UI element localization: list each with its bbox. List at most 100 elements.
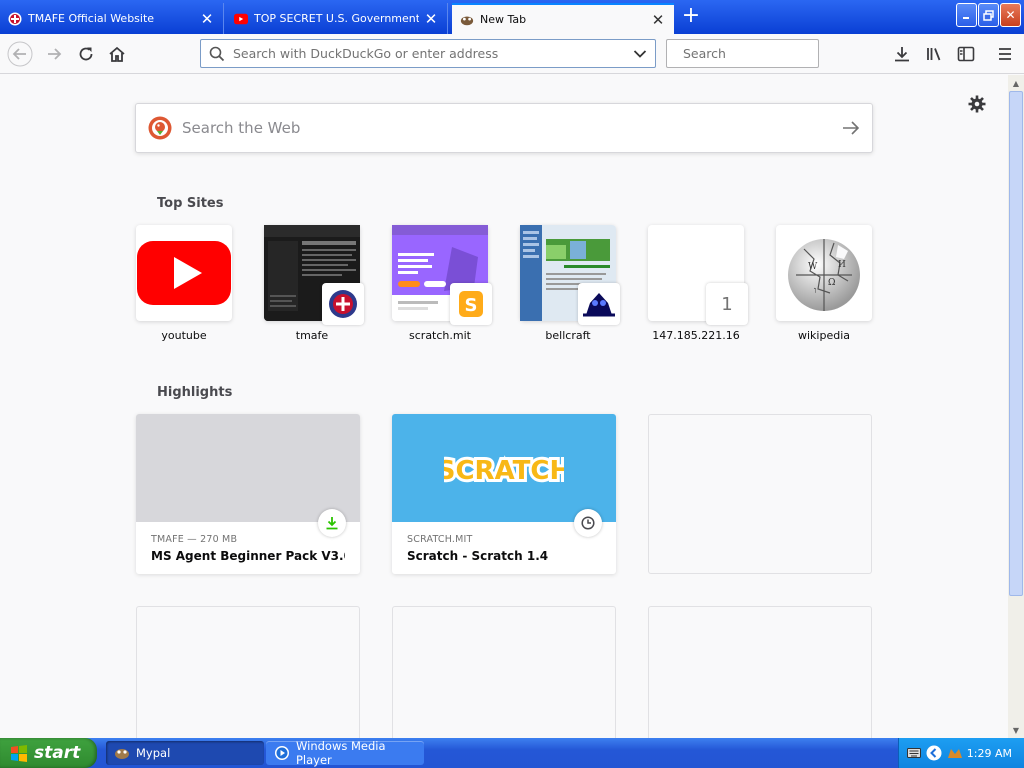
youtube-icon [234,12,248,26]
highlight-placeholder [136,606,360,738]
vertical-scrollbar[interactable]: ▲ ▼ [1008,75,1024,738]
tmafe-favicon [322,283,364,325]
top-site-tile[interactable]: 1 [648,225,748,325]
top-site-letter: 1 [706,283,748,325]
web-search-input[interactable] [182,119,842,137]
hamburger-menu-icon [999,48,1011,60]
scratch-logo-text: SCRATCH [444,456,564,486]
top-site-tile[interactable] [264,225,364,325]
downloads-button[interactable] [888,40,916,68]
window-close-button[interactable]: ✕ [1000,3,1021,27]
close-icon[interactable]: ✕ [423,10,439,28]
top-site-wikipedia[interactable]: WΩИ ו wikipedia [776,225,872,342]
top-site-label: tmafe [295,329,329,342]
top-site-ip[interactable]: 1 147.185.221.16 [648,225,748,342]
forward-button[interactable] [40,40,68,68]
tab-strip: TMAFE Official Website ✕ TOP SECRET U.S.… [0,0,1024,34]
reload-button[interactable] [72,40,100,68]
top-site-tmafe[interactable]: tmafe [264,225,364,342]
highlight-placeholder [648,606,872,738]
highlight-card[interactable]: SCRATCH SCRATCH.MIT Scratch - Scratch 1.… [392,414,616,574]
download-icon [326,517,338,530]
mypal-tray-icon[interactable] [947,746,963,760]
highlight-placeholder [648,414,872,574]
scrollbar-thumb[interactable] [1009,91,1023,596]
customize-button[interactable] [966,93,988,115]
new-tab-button[interactable]: + [680,5,702,28]
tmafe-icon [8,12,22,26]
svg-text:И: И [838,260,846,270]
clock: 1:29 AM [966,746,1012,760]
top-site-youtube[interactable]: youtube [136,225,232,342]
restore-icon [983,9,994,21]
restore-button[interactable] [978,3,999,27]
bellcraft-creature-icon [583,293,615,317]
back-arrow-icon [7,41,33,67]
chevron-left-icon[interactable] [926,745,942,761]
chevron-down-icon[interactable] [633,49,647,59]
scroll-up-arrow-icon[interactable]: ▲ [1008,75,1024,91]
highlight-thumbnail [136,414,360,522]
tmafe-icon [329,290,357,318]
tab-tmafe[interactable]: TMAFE Official Website ✕ [0,3,224,34]
system-tray: 1:29 AM [898,738,1024,768]
taskbar-item-windows-media-player[interactable]: Windows Media Player [266,739,424,767]
top-site-tile[interactable]: S [392,225,492,325]
highlight-title: Scratch - Scratch 1.4 [407,549,549,563]
highlight-source: TMAFE — 270 MB [151,534,238,545]
menu-button[interactable] [991,40,1019,68]
tab-youtube[interactable]: TOP SECRET U.S. Government Tu ✕ [226,3,448,34]
search-input[interactable] [683,46,839,61]
scratch-logo: SCRATCH [444,453,564,489]
highlight-card[interactable]: TMAFE — 270 MB MS Agent Beginner Pack V3… [136,414,360,574]
start-button[interactable]: start [0,738,97,768]
search-bar[interactable] [666,39,839,68]
highlight-placeholder [392,606,616,738]
close-icon: ✕ [1005,8,1016,22]
keyboard-icon[interactable] [907,747,921,759]
wikipedia-globe-icon: WΩИ ו [788,239,860,311]
library-button[interactable] [920,40,948,68]
top-site-bellcraft[interactable]: bellcraft [520,225,620,342]
top-site-tile[interactable] [136,225,232,321]
highlight-thumbnail: SCRATCH [392,414,616,522]
svg-text:Ω: Ω [828,278,835,288]
svg-text:S: S [465,295,478,316]
home-icon [109,46,125,62]
tab-title: TMAFE Official Website [28,12,155,25]
top-sites-heading: Top Sites [157,196,224,211]
download-badge [318,509,346,537]
minimize-button[interactable] [956,3,977,27]
taskbar-item-mypal[interactable]: Mypal [106,741,264,765]
top-site-label: wikipedia [797,329,850,342]
download-icon [895,47,909,62]
forward-arrow-icon [48,48,62,60]
top-site-scratch[interactable]: S scratch.mit [392,225,492,342]
gear-icon [968,95,986,113]
top-site-tile[interactable] [520,225,620,325]
arrow-right-icon[interactable] [842,120,860,136]
top-site-label: 147.185.221.16 [652,329,740,342]
bellcraft-favicon [578,283,620,325]
address-bar[interactable] [200,39,656,68]
scratch-cat-icon: S [459,291,483,317]
back-button[interactable] [6,40,34,68]
reload-icon [79,47,93,61]
mypal-icon [114,745,130,761]
sidebar-icon [957,46,975,62]
top-site-tile[interactable]: WΩИ ו [776,225,872,321]
close-icon[interactable]: ✕ [199,10,215,28]
tab-new-tab[interactable]: New Tab ✕ [452,3,674,34]
top-site-label: bellcraft [545,329,591,342]
web-search-box[interactable] [135,103,873,153]
scroll-down-arrow-icon[interactable]: ▼ [1008,722,1024,738]
address-input[interactable] [233,46,633,61]
close-icon[interactable]: ✕ [650,11,666,29]
taskbar: start Mypal Windows Media Player 1:29 AM [0,738,1024,768]
highlights-heading: Highlights [157,385,233,400]
windows-logo-icon [11,745,27,762]
clock-icon [581,516,595,530]
youtube-logo-icon [137,241,231,305]
sidebar-button[interactable] [952,40,980,68]
home-button[interactable] [103,40,131,68]
